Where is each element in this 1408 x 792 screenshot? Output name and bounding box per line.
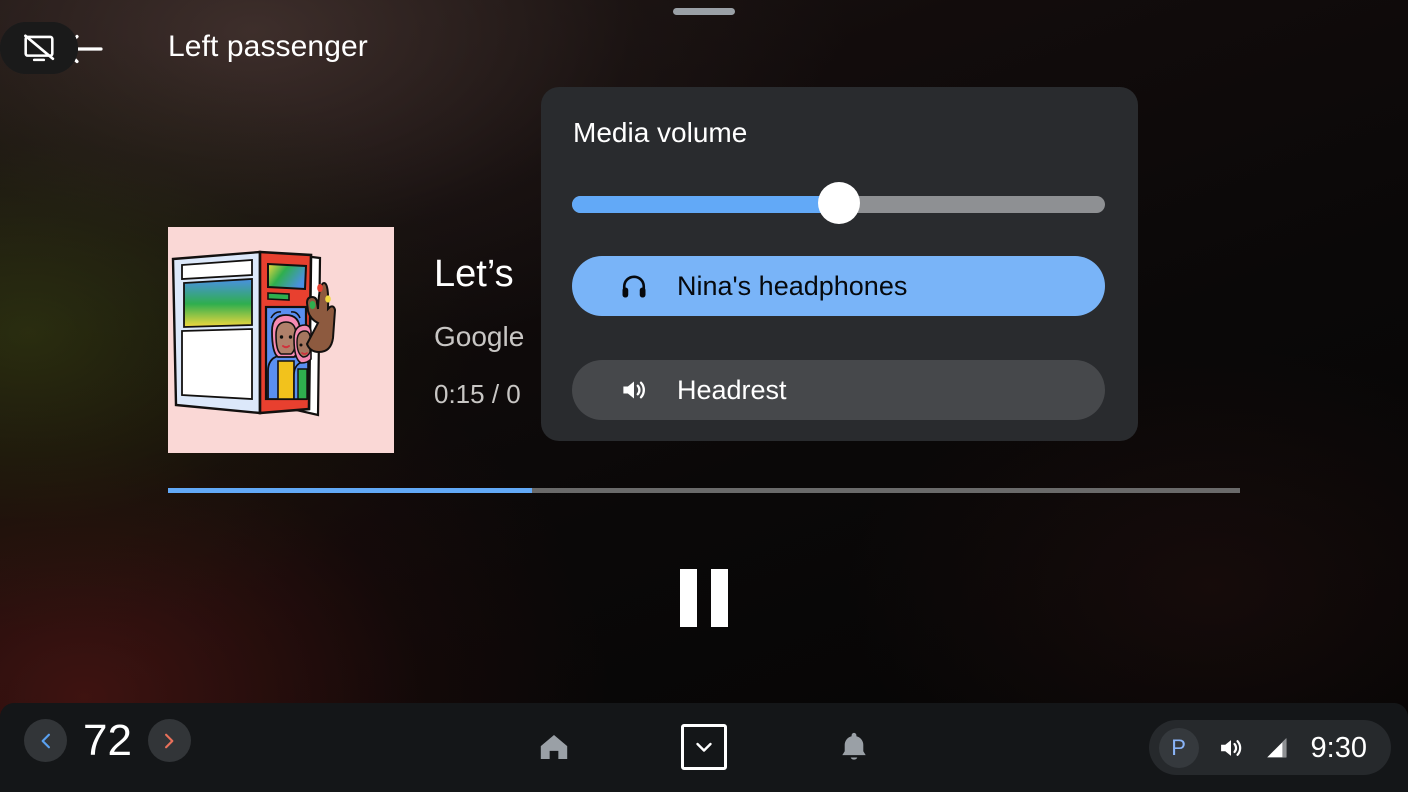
screen-off-toggle-button[interactable] [0,22,78,74]
output-device-nina-headphones[interactable]: Nina's headphones [572,256,1105,316]
media-volume-fill [572,196,839,213]
speaker-volume-icon [1217,734,1245,762]
playback-progress-fill [168,488,533,493]
screen-off-icon [24,34,55,62]
pause-icon-bar-right [711,569,728,627]
temperature-increase-button[interactable] [147,719,191,762]
home-button[interactable] [528,721,580,773]
clock-time: 9:30 [1310,731,1367,764]
chevron-left-icon [41,733,50,748]
media-volume-slider[interactable] [572,182,1105,224]
temperature-decrease-button[interactable] [24,719,67,762]
home-icon [540,735,568,759]
media-volume-panel: Media volume Nina's headphones Headrest [541,87,1138,441]
output-device-label: Headrest [677,374,787,405]
album-art [168,227,394,453]
bottom-nav-bar: 72 P 9:30 [0,703,1408,792]
signal-bars-icon [1263,734,1291,762]
car-media-screen: Left passenger Let’s Google 0:15 / 0 Med… [0,0,1408,792]
pause-icon-bar-left [680,569,697,627]
notifications-button[interactable] [828,721,880,773]
hide-panel-button[interactable] [681,724,727,770]
chevron-down-icon [696,742,712,752]
pause-button[interactable] [666,560,742,636]
media-volume-thumb[interactable] [817,182,860,224]
temperature-value: 72 [83,716,132,765]
nav-button-group [528,717,880,777]
headphones-icon [619,271,649,301]
album-art-illustration [168,227,394,453]
output-device-headrest[interactable]: Headrest [572,360,1105,420]
page-title: Left passenger [168,30,368,63]
speaker-volume-icon [619,375,649,405]
status-bar[interactable]: P 9:30 [1148,720,1391,775]
park-status-badge: P [1158,727,1199,768]
chevron-right-icon [165,733,174,748]
climate-control: 72 [24,716,191,765]
playback-progress-bar[interactable] [168,488,1240,493]
media-volume-title: Media volume [573,117,748,148]
top-bar: Left passenger [0,0,1408,96]
output-device-label: Nina's headphones [677,270,908,301]
bell-icon [842,732,866,760]
